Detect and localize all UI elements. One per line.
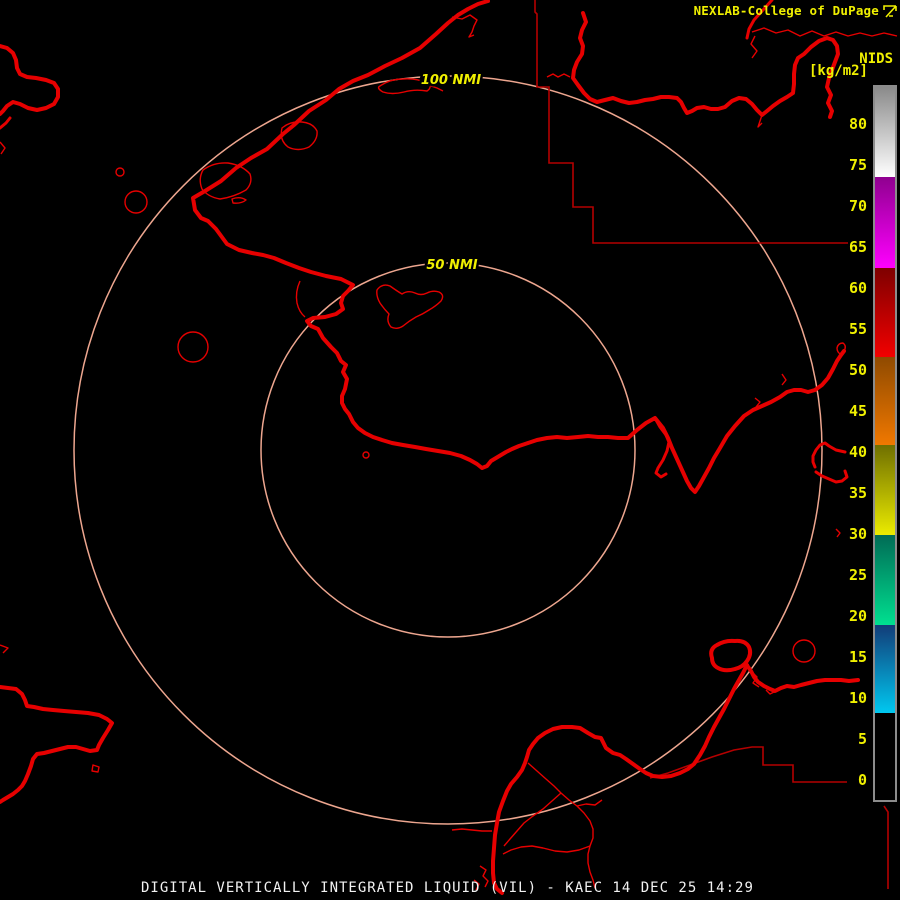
lake-ring (124, 190, 148, 214)
river-branch (503, 792, 562, 847)
shore-detail (451, 828, 492, 832)
colorbar-tick: 15 (848, 648, 867, 666)
bay-detail (295, 280, 306, 318)
lake-loop (709, 638, 753, 673)
river-branch (502, 845, 591, 855)
shore-detail (451, 14, 478, 38)
lake-shoreline (571, 11, 840, 119)
spur (781, 373, 787, 386)
colorbar-tick: 70 (848, 197, 867, 215)
shore-detail (0, 141, 6, 155)
range-rings (73, 75, 823, 825)
lake-ring-small (115, 167, 125, 177)
colorbar-tick: 20 (848, 607, 867, 625)
bay-islands (376, 284, 444, 329)
colorbar-tick: 40 (848, 443, 867, 461)
colorbar-tick: 35 (848, 484, 867, 502)
colorbar-tick: 65 (848, 238, 867, 256)
colorbar-segment-yellow (875, 445, 895, 535)
colorbar-segment-blue (875, 625, 895, 713)
colorbar-segment-purple (875, 177, 895, 268)
river (527, 762, 596, 889)
colorbar-segment-black (875, 713, 895, 800)
radar-map: 100 NMI 50 NMI (0, 0, 898, 895)
lake-ring (177, 331, 209, 363)
colorbar-tick: 60 (848, 279, 867, 297)
islet (362, 451, 370, 459)
shore-detail (0, 644, 9, 654)
colorbar-segment-gray (875, 87, 895, 177)
island (199, 162, 252, 200)
colorbar-segment-orange (875, 357, 895, 445)
boundary-line (883, 805, 889, 889)
islet (231, 197, 247, 204)
status-bar: DIGITAL VERTICALLY INTEGRATED LIQUID (VI… (141, 880, 754, 896)
range-ring-100nmi (73, 75, 823, 825)
island-outline-sw (0, 685, 114, 804)
island (280, 121, 318, 151)
coastline (191, 0, 846, 494)
shore-meander (751, 27, 898, 37)
shore-detail (546, 73, 571, 78)
colorbar-tick: 30 (848, 525, 867, 543)
radar-display: 100 NMI 50 NMI NEXLAB-College of DuPage … (0, 0, 900, 900)
spur (757, 114, 763, 128)
colorbar-tick: 55 (848, 320, 867, 338)
shore-detail (750, 35, 758, 59)
colorbar-units: [kg/m2] (808, 63, 868, 79)
colorbar-segment-teal (875, 535, 895, 625)
colorbar-tick: 80 (848, 115, 867, 133)
coastline-east (744, 662, 860, 693)
coastlines (0, 0, 860, 895)
colorbar-tick: 25 (848, 566, 867, 584)
site-title: NEXLAB-College of DuPage (693, 3, 879, 18)
bay-outline (491, 663, 749, 895)
colorbar-tick: 50 (848, 361, 867, 379)
colorbar-tick: 10 (848, 689, 867, 707)
range-label-50nmi: 50 NMI (426, 258, 477, 273)
nexlab-logo-icon (883, 4, 897, 18)
colorbar-segment-red (875, 268, 895, 357)
colorbar (873, 85, 897, 802)
colorbar-tick: 0 (857, 771, 867, 789)
islet (91, 764, 100, 773)
boundary-line (649, 746, 847, 783)
colorbar-tick: 45 (848, 402, 867, 420)
river-branch (576, 799, 603, 807)
range-label-100nmi: 100 NMI (421, 73, 481, 88)
header: NEXLAB-College of DuPage (694, 3, 898, 18)
island-outline-nw (0, 44, 60, 116)
coastline-fragment (0, 116, 12, 130)
colorbar-tick: 75 (848, 156, 867, 174)
lake-ring (792, 639, 816, 663)
colorbar-tick: 5 (857, 730, 867, 748)
